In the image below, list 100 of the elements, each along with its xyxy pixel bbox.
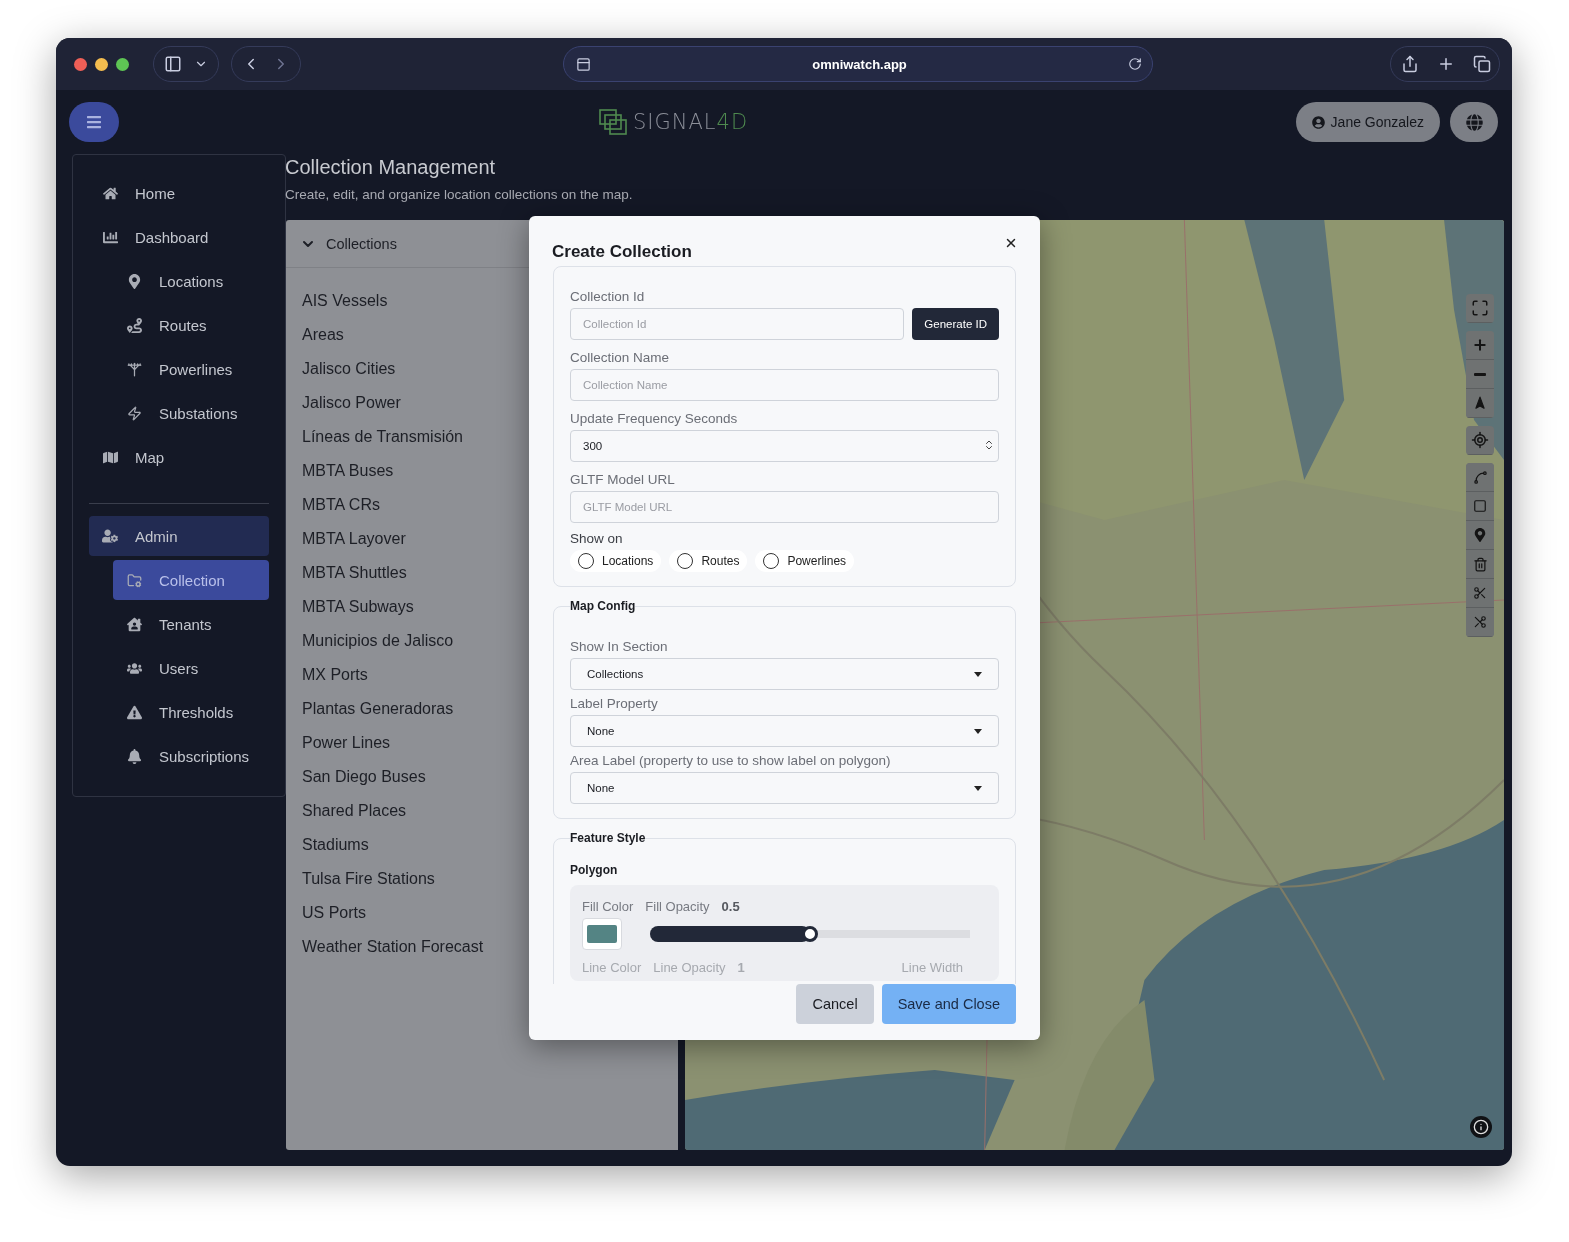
radio-button[interactable] <box>677 553 694 569</box>
slider-thumb[interactable] <box>802 926 818 942</box>
list-entry[interactable]: Líneas de Transmisión <box>286 420 479 454</box>
select-field[interactable]: Collections <box>570 658 999 690</box>
caret-icon <box>974 785 982 791</box>
crosshair-icon <box>1471 431 1489 449</box>
list-entry[interactable]: MBTA Buses <box>286 454 410 488</box>
number-field[interactable]: 300 <box>570 430 999 462</box>
close-window-icon[interactable] <box>74 57 87 71</box>
zoom-window-icon[interactable] <box>116 57 129 71</box>
page-subtitle: Create, edit, and organize location collections on the map. <box>285 187 634 202</box>
page-title: Collection Management <box>285 156 497 179</box>
fill-color-label: Fill Color <box>582 899 634 914</box>
sidebar-item[interactable]: Users <box>113 648 269 688</box>
menu-button[interactable] <box>69 102 119 142</box>
bell-icon <box>125 748 143 764</box>
zoom-in-button[interactable] <box>1466 331 1494 360</box>
field-label: Update Frequency Seconds <box>570 411 739 427</box>
radio-option[interactable]: Powerlines <box>755 550 855 572</box>
list-entry[interactable]: AIS Vessels <box>286 284 404 318</box>
user-icon <box>1311 115 1325 129</box>
field-label: Show on <box>570 531 624 547</box>
list-entry[interactable]: MBTA Layover <box>286 522 422 556</box>
share-icon <box>1401 55 1419 73</box>
map-pin-icon <box>1473 528 1487 542</box>
list-entry[interactable]: San Diego Buses <box>286 760 442 794</box>
users-icon <box>125 660 143 676</box>
list-entry[interactable]: Tulsa Fire Stations <box>286 862 451 896</box>
list-entry[interactable]: MBTA Subways <box>286 590 430 624</box>
caret-icon <box>974 671 982 677</box>
field-label: Collection Name <box>570 350 671 366</box>
page-icon <box>576 56 591 72</box>
list-entry[interactable]: Stadiums <box>286 828 385 862</box>
color-picker[interactable] <box>582 918 622 950</box>
tabs-icon <box>1473 55 1491 73</box>
menu-icon <box>86 114 102 130</box>
draw-line-button[interactable] <box>1466 463 1494 492</box>
cancel-button[interactable]: Cancel <box>796 984 874 1024</box>
opacity-slider[interactable] <box>650 926 970 942</box>
list-entry[interactable]: MBTA Shuttles <box>286 556 423 590</box>
field-label: Area Label (property to use to show label on polygon) <box>570 753 892 769</box>
address-bar[interactable]: omniwatch.app <box>563 46 1153 82</box>
radio-button[interactable] <box>763 553 780 569</box>
stepper-icon[interactable] <box>983 439 995 451</box>
scissors-icon <box>1473 586 1487 600</box>
sidebar-item[interactable]: Collection <box>113 560 269 600</box>
fullscreen-icon <box>1471 299 1489 317</box>
radio-option[interactable]: Routes <box>669 550 748 572</box>
url-text: omniwatch.app <box>812 56 907 72</box>
list-entry[interactable]: Plantas Generadoras <box>286 692 470 726</box>
select-field[interactable]: None <box>570 715 999 747</box>
field-label: Collection Id <box>570 289 646 305</box>
user-button[interactable]: Jane Gonzalez <box>1295 102 1440 142</box>
line-opacity-value: 1 <box>737 960 745 975</box>
radio-button[interactable] <box>578 553 594 569</box>
sidebar-item[interactable]: Substations <box>113 393 269 433</box>
sidebar-item[interactable]: Tenants <box>113 604 269 644</box>
list-entry[interactable]: MBTA CRs <box>286 488 396 522</box>
minus-icon <box>1474 372 1486 376</box>
field-label: GLTF Model URL <box>570 472 676 488</box>
list-entry[interactable]: Jalisco Power <box>286 386 417 420</box>
sidebar-item[interactable]: Subscriptions <box>113 736 269 776</box>
list-entry[interactable]: US Ports <box>286 896 382 930</box>
sidebar-icon[interactable] <box>164 55 182 73</box>
input-field[interactable]: Collection Id <box>570 308 905 340</box>
home-icon <box>101 185 119 201</box>
sidebar-item[interactable]: Home <box>89 173 269 213</box>
route-icon <box>125 317 143 333</box>
language-button[interactable] <box>1450 102 1498 142</box>
list-entry[interactable]: MX Ports <box>286 658 384 692</box>
arrow-icon <box>1473 396 1487 410</box>
input-field[interactable]: GLTF Model URL <box>570 491 999 523</box>
new-tab-icon <box>1437 55 1455 73</box>
select-field[interactable]: None <box>570 772 999 804</box>
save-button[interactable]: Save and Close <box>881 984 1016 1024</box>
line-opacity-label: Line Opacity <box>653 960 726 975</box>
sidebar-item[interactable]: Map <box>89 437 269 477</box>
sidebar-group[interactable]: Admin <box>89 516 269 556</box>
list-entry[interactable]: Jalisco Cities <box>286 352 412 386</box>
generate-id-button[interactable]: Generate ID <box>912 308 999 340</box>
warning-icon <box>125 704 143 720</box>
section-title: Map Config <box>570 599 636 613</box>
radio-option[interactable]: Locations <box>570 550 662 572</box>
sidebar-item[interactable]: Thresholds <box>113 692 269 732</box>
list-entry[interactable]: Areas <box>286 318 360 352</box>
sidebar-item[interactable]: Locations <box>113 261 269 301</box>
list-entry[interactable]: Municipios de Jalisco <box>286 624 470 658</box>
polygon-title: Polygon <box>570 863 619 877</box>
sidebar-item[interactable]: Routes <box>113 305 269 345</box>
input-field[interactable]: Collection Name <box>570 369 999 401</box>
logo-text: SIGNAL4D <box>633 110 749 134</box>
list-entry[interactable]: Shared Places <box>286 794 423 828</box>
field-label: Show In Section <box>570 639 669 655</box>
list-entry[interactable]: Power Lines <box>286 726 407 760</box>
fill-opacity-value: 0.5 <box>721 899 740 914</box>
sidebar-item[interactable]: Dashboard <box>89 217 269 257</box>
line-color-label: Line Color <box>582 960 642 975</box>
list-entry[interactable]: Weather Station Forecast <box>286 930 500 964</box>
sidebar-item[interactable]: Powerlines <box>113 349 269 389</box>
minimize-window-icon[interactable] <box>95 57 108 71</box>
